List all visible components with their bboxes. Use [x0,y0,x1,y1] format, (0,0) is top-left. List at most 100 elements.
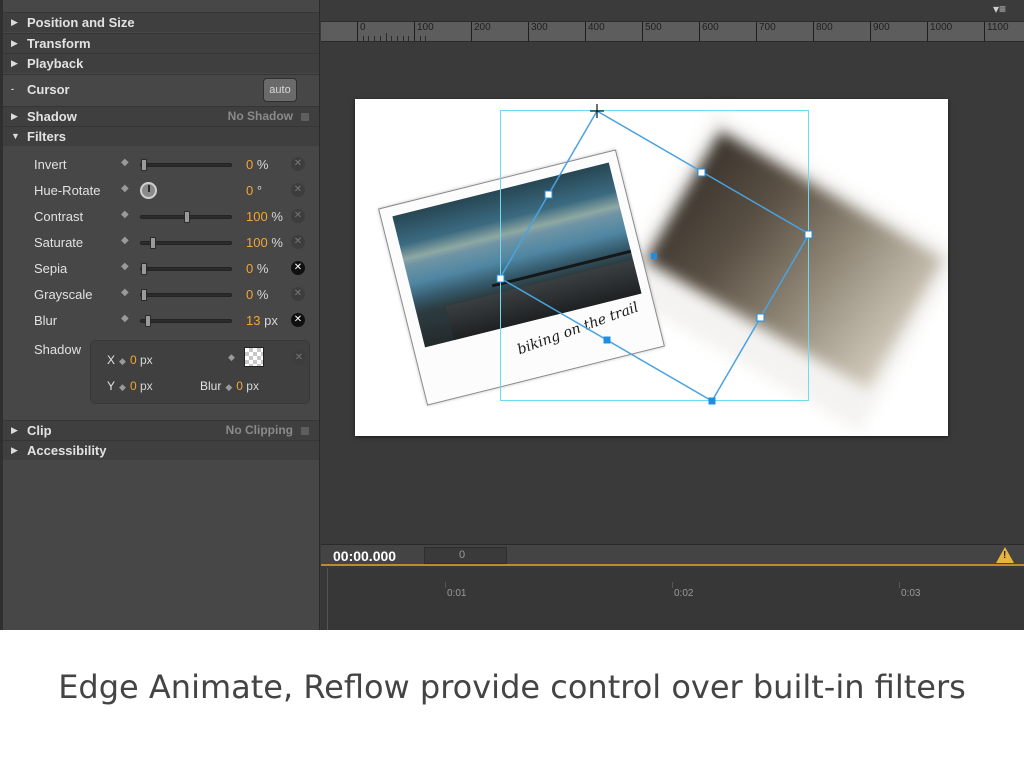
section-transform[interactable]: ▶ Transform [3,33,319,53]
filter-slider[interactable] [140,159,232,171]
shadow-x-label: X [107,353,116,367]
filter-slider[interactable] [140,263,232,275]
expand-triangle-icon: ▶ [11,445,18,455]
shadow-y-value[interactable]: 0 [130,379,137,393]
section-filters[interactable]: ▼ Filters [3,126,319,146]
slider-knob[interactable] [184,211,190,223]
shadow-blur-unit: px [246,379,259,393]
slider-knob[interactable] [145,315,152,327]
ruler-tick-label: 500 [642,22,662,41]
filter-slider[interactable] [140,237,232,249]
shadow-y-field[interactable]: Y ◆ 0 px [107,379,153,393]
filter-value-number[interactable]: 13 [246,313,260,328]
ruler-tick-label: 700 [756,22,776,41]
filter-slider[interactable] [140,211,232,223]
filter-remove-icon[interactable]: ✕ [291,287,305,301]
filter-row-sepia: Sepia ◆ 0 % ✕ [3,256,319,282]
hue-rotate-dial[interactable] [140,182,157,199]
keyframe-icon[interactable]: ◆ [121,313,129,324]
filter-remove-icon[interactable]: ✕ [291,313,305,327]
filter-label: Saturate [34,235,84,250]
filter-row-blur: Blur ◆ 13 px ✕ [3,308,319,334]
filter-value-number[interactable]: 0 [246,261,253,276]
section-position-size[interactable]: ▶ Position and Size [3,12,319,32]
filter-value-number[interactable]: 0 [246,287,253,302]
shadow-blur-field[interactable]: Blur ◆ 0 px [200,379,259,393]
timeline[interactable]: 0:01 0:02 0:03 [321,568,1024,630]
ruler-tick-label: 300 [528,22,548,41]
filter-value-number[interactable]: 100 [246,209,268,224]
keyframe-icon[interactable]: ◆ [121,209,129,220]
warning-mark: ! [1003,550,1007,561]
shadow-color-swatch[interactable] [244,347,264,367]
slider-knob[interactable] [141,263,147,275]
filter-slider[interactable] [140,315,232,327]
filter-shadow-label: Shadow [34,342,81,357]
filter-value-number[interactable]: 100 [246,235,268,250]
filter-row-grayscale: Grayscale ◆ 0 % ✕ [3,282,319,308]
slide-caption: Edge Animate, Reflow provide control ove… [58,668,966,706]
shadow-x-field[interactable]: X ◆ 0 px [107,353,153,367]
filter-remove-icon[interactable]: ✕ [291,261,305,275]
horizontal-ruler[interactable]: 0 100 200 300 400 500 600 700 800 900 1000 1100 [321,22,1024,42]
keyframe-icon[interactable]: ◆ [228,352,235,363]
ruler-minor-tick [391,36,393,41]
filter-slider[interactable] [140,289,232,301]
filter-value[interactable]: 13 px [246,313,278,328]
section-label: Shadow [27,109,77,124]
filter-value[interactable]: 0 % [246,287,268,302]
section-label: Playback [27,56,84,71]
timeline-tick [445,582,446,588]
keyframe-icon[interactable]: ◆ [225,382,232,392]
section-label: Accessibility [27,443,107,458]
filter-remove-icon[interactable]: ✕ [291,183,305,197]
slider-knob[interactable] [141,289,147,301]
shadow-x-value[interactable]: 0 [130,353,137,367]
ruler-tick-label: 800 [813,22,833,41]
filter-remove-icon[interactable]: ✕ [291,235,305,249]
filter-value[interactable]: 0 % [246,261,268,276]
section-accessibility[interactable]: ▶ Accessibility [3,440,319,460]
section-playback[interactable]: ▶ Playback [3,53,319,73]
filter-value-unit: % [256,261,269,276]
filter-value[interactable]: 100 % [246,235,283,250]
timecode-display[interactable]: 00:00.000 [333,548,396,564]
frame-field[interactable]: 0 [424,547,507,564]
filter-remove-icon[interactable]: ✕ [291,157,305,171]
slider-knob[interactable] [149,237,156,249]
timeline-tick [899,582,900,588]
filter-value-number[interactable]: 0 [246,157,253,172]
keyframe-icon[interactable]: ◆ [121,261,129,272]
keyframe-icon[interactable]: ◆ [121,287,129,298]
slider-knob[interactable] [141,159,147,171]
keyframe-icon[interactable]: ◆ [119,356,126,366]
section-clip[interactable]: ▶ Clip No Clipping [3,420,319,440]
section-shadow[interactable]: ▶ Shadow No Shadow [3,106,319,126]
keyframe-icon[interactable]: ◆ [121,183,129,194]
section-label: Transform [27,36,91,51]
timeline-time-label: 0:03 [901,588,921,599]
selection-bounding-box[interactable] [500,110,809,401]
filter-value[interactable]: 100 % [246,209,283,224]
panel-menu-icon[interactable]: ▾≡ [993,2,1006,16]
toggle-icon[interactable] [301,113,309,121]
section-label: Clip [27,423,52,438]
filter-value[interactable]: 0 ° [246,183,262,198]
warning-icon[interactable]: ! [996,547,1014,563]
shadow-remove-icon[interactable]: ✕ [292,351,306,365]
toggle-icon[interactable] [301,427,309,435]
cursor-auto-button[interactable]: auto [263,78,297,102]
keyframe-icon[interactable]: ◆ [121,235,129,246]
expand-triangle-icon: ▶ [11,58,18,68]
collapse-triangle-icon: ▼ [11,131,20,141]
keyframe-icon[interactable]: ◆ [121,157,129,168]
filter-label: Sepia [34,261,68,276]
shadow-y-label: Y [107,379,116,393]
filter-label: Hue-Rotate [34,183,101,198]
filter-remove-icon[interactable]: ✕ [291,209,305,223]
keyframe-icon[interactable]: ◆ [119,382,126,392]
filter-value-number[interactable]: 0 [246,183,253,198]
shadow-blur-value[interactable]: 0 [236,379,243,393]
filter-value[interactable]: 0 % [246,157,268,172]
ruler-minor-tick [379,36,381,41]
